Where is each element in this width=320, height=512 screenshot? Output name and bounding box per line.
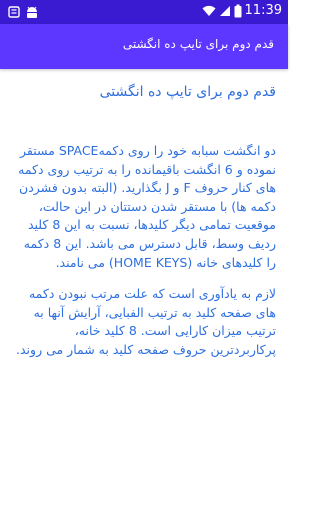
app-bar-title: قدم دوم برای تایپ ده انگشتی <box>122 37 274 51</box>
status-bar: 11:39 <box>0 0 288 24</box>
signal-icon <box>219 5 230 16</box>
status-left-icons <box>8 5 42 19</box>
android-icon <box>27 6 37 18</box>
status-right-icons: 11:39 <box>202 3 282 18</box>
lesson-content[interactable]: قدم دوم برای تایپ ده انگشتی دو انگشت سبا… <box>12 70 276 360</box>
notification-icon <box>8 6 20 18</box>
lesson-paragraph-1: دو انگشت سبابه خود را روی دکمهSPACE مستق… <box>18 143 276 270</box>
wifi-icon <box>202 5 216 16</box>
battery-icon <box>234 4 242 17</box>
status-time: 11:39 <box>244 3 282 18</box>
lesson-heading: قدم دوم برای تایپ ده انگشتی <box>99 84 276 100</box>
app-bar: قدم دوم برای تایپ ده انگشتی <box>0 24 288 69</box>
lesson-paragraph-2: لازم به یادآوری است که علت مرتب نبودن دک… <box>16 286 276 357</box>
